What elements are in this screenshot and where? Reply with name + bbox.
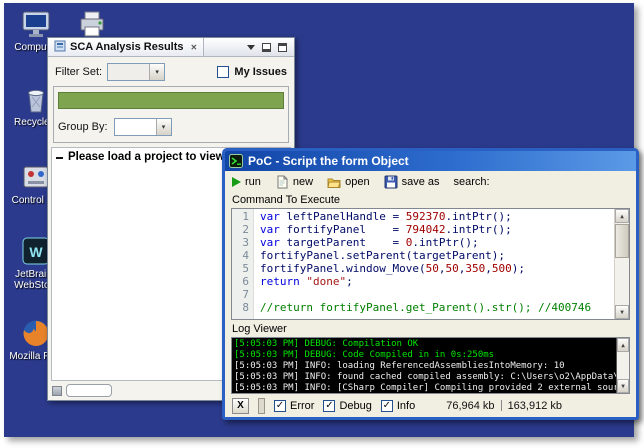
desktop: Comput... Recycle... Control P... W JetB bbox=[4, 3, 634, 437]
open-label: open bbox=[345, 176, 369, 188]
poc-title-bar[interactable]: PoC - Script the form Object bbox=[225, 151, 636, 171]
code-editor[interactable]: 1var leftPanelHandle = 592370.intPtr();2… bbox=[231, 208, 630, 320]
editor-scrollbar-thumb[interactable] bbox=[615, 224, 629, 258]
code-line: 1var leftPanelHandle = 592370.intPtr(); bbox=[232, 210, 614, 223]
info-filter: Info bbox=[381, 400, 415, 412]
sca-group-panel: Group By: ▾ bbox=[53, 86, 289, 143]
memory-separator bbox=[501, 400, 502, 411]
group-by-row: Group By: ▾ bbox=[58, 118, 284, 136]
sca-view-controls bbox=[247, 43, 294, 52]
memory-used: 76,964 kb bbox=[446, 400, 494, 412]
debug-label: Debug bbox=[339, 400, 371, 412]
save-as-button[interactable]: save as bbox=[384, 175, 440, 189]
tab-close-icon[interactable] bbox=[188, 41, 198, 53]
group-by-label: Group By: bbox=[58, 121, 108, 133]
open-folder-icon bbox=[327, 175, 341, 189]
combo-arrow-icon[interactable]: ▾ bbox=[156, 119, 171, 135]
screenshot-frame: Comput... Recycle... Control P... W JetB bbox=[0, 0, 644, 448]
error-label: Error bbox=[290, 400, 314, 412]
sca-search-input[interactable] bbox=[66, 384, 112, 397]
memory-total: 163,912 kb bbox=[508, 400, 562, 412]
log-line: [5:05:03 PM] DEBUG: Compilation OK bbox=[234, 339, 615, 350]
sca-message: Please load a project to view re bbox=[68, 151, 239, 163]
search-label: search: bbox=[454, 176, 490, 188]
save-as-label: save as bbox=[402, 176, 440, 188]
log-viewer-label: Log Viewer bbox=[225, 320, 636, 337]
sca-tab-bar: SCA Analysis Results bbox=[48, 38, 294, 57]
tab-sca-analysis-results[interactable]: SCA Analysis Results bbox=[48, 38, 204, 56]
info-checkbox[interactable] bbox=[381, 400, 393, 412]
poc-status-bar: X Error Debug Info 76,964 kb 163,9 bbox=[225, 394, 636, 417]
debug-checkbox[interactable] bbox=[323, 400, 335, 412]
code-line: 3var targetParent = 0.intPtr(); bbox=[232, 236, 614, 249]
poc-window-title: PoC - Script the form Object bbox=[248, 154, 409, 168]
new-label: new bbox=[293, 176, 313, 188]
run-label: run bbox=[245, 176, 261, 188]
log-line: [5:05:03 PM] INFO: [CSharp Compiler] Com… bbox=[234, 383, 615, 394]
sca-tab-title: SCA Analysis Results bbox=[70, 41, 184, 53]
code-line: 6return "done"; bbox=[232, 275, 614, 288]
code-line: 5fortifyPanel.window_Move(50,50,350,500)… bbox=[232, 262, 614, 275]
filter-set-label: Filter Set: bbox=[55, 66, 102, 78]
sca-view-icon bbox=[54, 40, 66, 55]
my-issues-checkbox[interactable] bbox=[217, 66, 229, 78]
command-to-execute-label: Command To Execute bbox=[225, 193, 636, 208]
poc-window: PoC - Script the form Object run new bbox=[222, 148, 639, 420]
editor-scrollbar[interactable]: ▲ ▼ bbox=[614, 209, 629, 319]
splitter-handle[interactable] bbox=[258, 398, 265, 414]
code-line: 4fortifyPanel.setParent(targetParent); bbox=[232, 249, 614, 262]
combo-arrow-icon[interactable]: ▾ bbox=[149, 64, 164, 80]
scroll-down-icon[interactable]: ▼ bbox=[617, 379, 629, 393]
info-label: Info bbox=[397, 400, 415, 412]
poc-window-icon bbox=[229, 154, 243, 168]
progress-bar bbox=[58, 92, 284, 109]
group-by-combo[interactable]: ▾ bbox=[114, 118, 172, 136]
scroll-down-icon[interactable]: ▼ bbox=[615, 305, 629, 319]
new-button[interactable]: new bbox=[275, 175, 313, 189]
memory-usage: 76,964 kb 163,912 kb bbox=[446, 400, 562, 412]
printer-icon bbox=[76, 8, 108, 40]
filter-row: Filter Set: ▾ My Issues bbox=[48, 57, 294, 85]
error-checkbox[interactable] bbox=[274, 400, 286, 412]
open-button[interactable]: open bbox=[327, 175, 369, 189]
run-icon bbox=[232, 177, 241, 187]
log-line: [5:05:03 PM] INFO: loading ReferencedAss… bbox=[234, 361, 615, 372]
my-issues-label: My Issues bbox=[234, 66, 287, 78]
run-button[interactable]: run bbox=[232, 176, 261, 188]
debug-filter: Debug bbox=[323, 400, 371, 412]
minimize-icon[interactable] bbox=[262, 43, 271, 52]
log-line: [5:05:03 PM] INFO: found cached compiled… bbox=[234, 372, 615, 383]
view-menu-icon[interactable] bbox=[247, 45, 255, 50]
my-computer-icon bbox=[20, 8, 52, 40]
code-line: 7 bbox=[232, 288, 614, 301]
log-line: [5:05:03 PM] DEBUG: Code Compiled in in … bbox=[234, 350, 615, 361]
filter-icon bbox=[52, 386, 62, 396]
poc-toolbar: run new open bbox=[225, 171, 636, 193]
code-lines: 1var leftPanelHandle = 592370.intPtr();2… bbox=[232, 210, 614, 314]
maximize-icon[interactable] bbox=[278, 43, 287, 52]
scroll-up-icon[interactable]: ▲ bbox=[615, 209, 629, 223]
log-scrollbar[interactable]: ▲ ▼ bbox=[616, 338, 629, 393]
error-filter: Error bbox=[274, 400, 314, 412]
scroll-up-icon[interactable]: ▲ bbox=[617, 338, 629, 352]
code-line: 2var fortifyPanel = 794042.intPtr(); bbox=[232, 223, 614, 236]
new-document-icon bbox=[275, 175, 289, 189]
log-viewer[interactable]: [5:05:03 PM] DEBUG: Compilation OK[5:05:… bbox=[231, 337, 630, 394]
code-line: 8//return fortifyPanel.get_Parent().str(… bbox=[232, 301, 614, 314]
clear-log-button[interactable]: X bbox=[232, 398, 249, 414]
filter-set-combo[interactable]: ▾ bbox=[107, 63, 165, 81]
svg-text:W: W bbox=[29, 244, 43, 260]
save-floppy-icon bbox=[384, 175, 398, 189]
bullet-dash-icon bbox=[56, 157, 63, 159]
log-lines: [5:05:03 PM] DEBUG: Compilation OK[5:05:… bbox=[234, 339, 615, 394]
